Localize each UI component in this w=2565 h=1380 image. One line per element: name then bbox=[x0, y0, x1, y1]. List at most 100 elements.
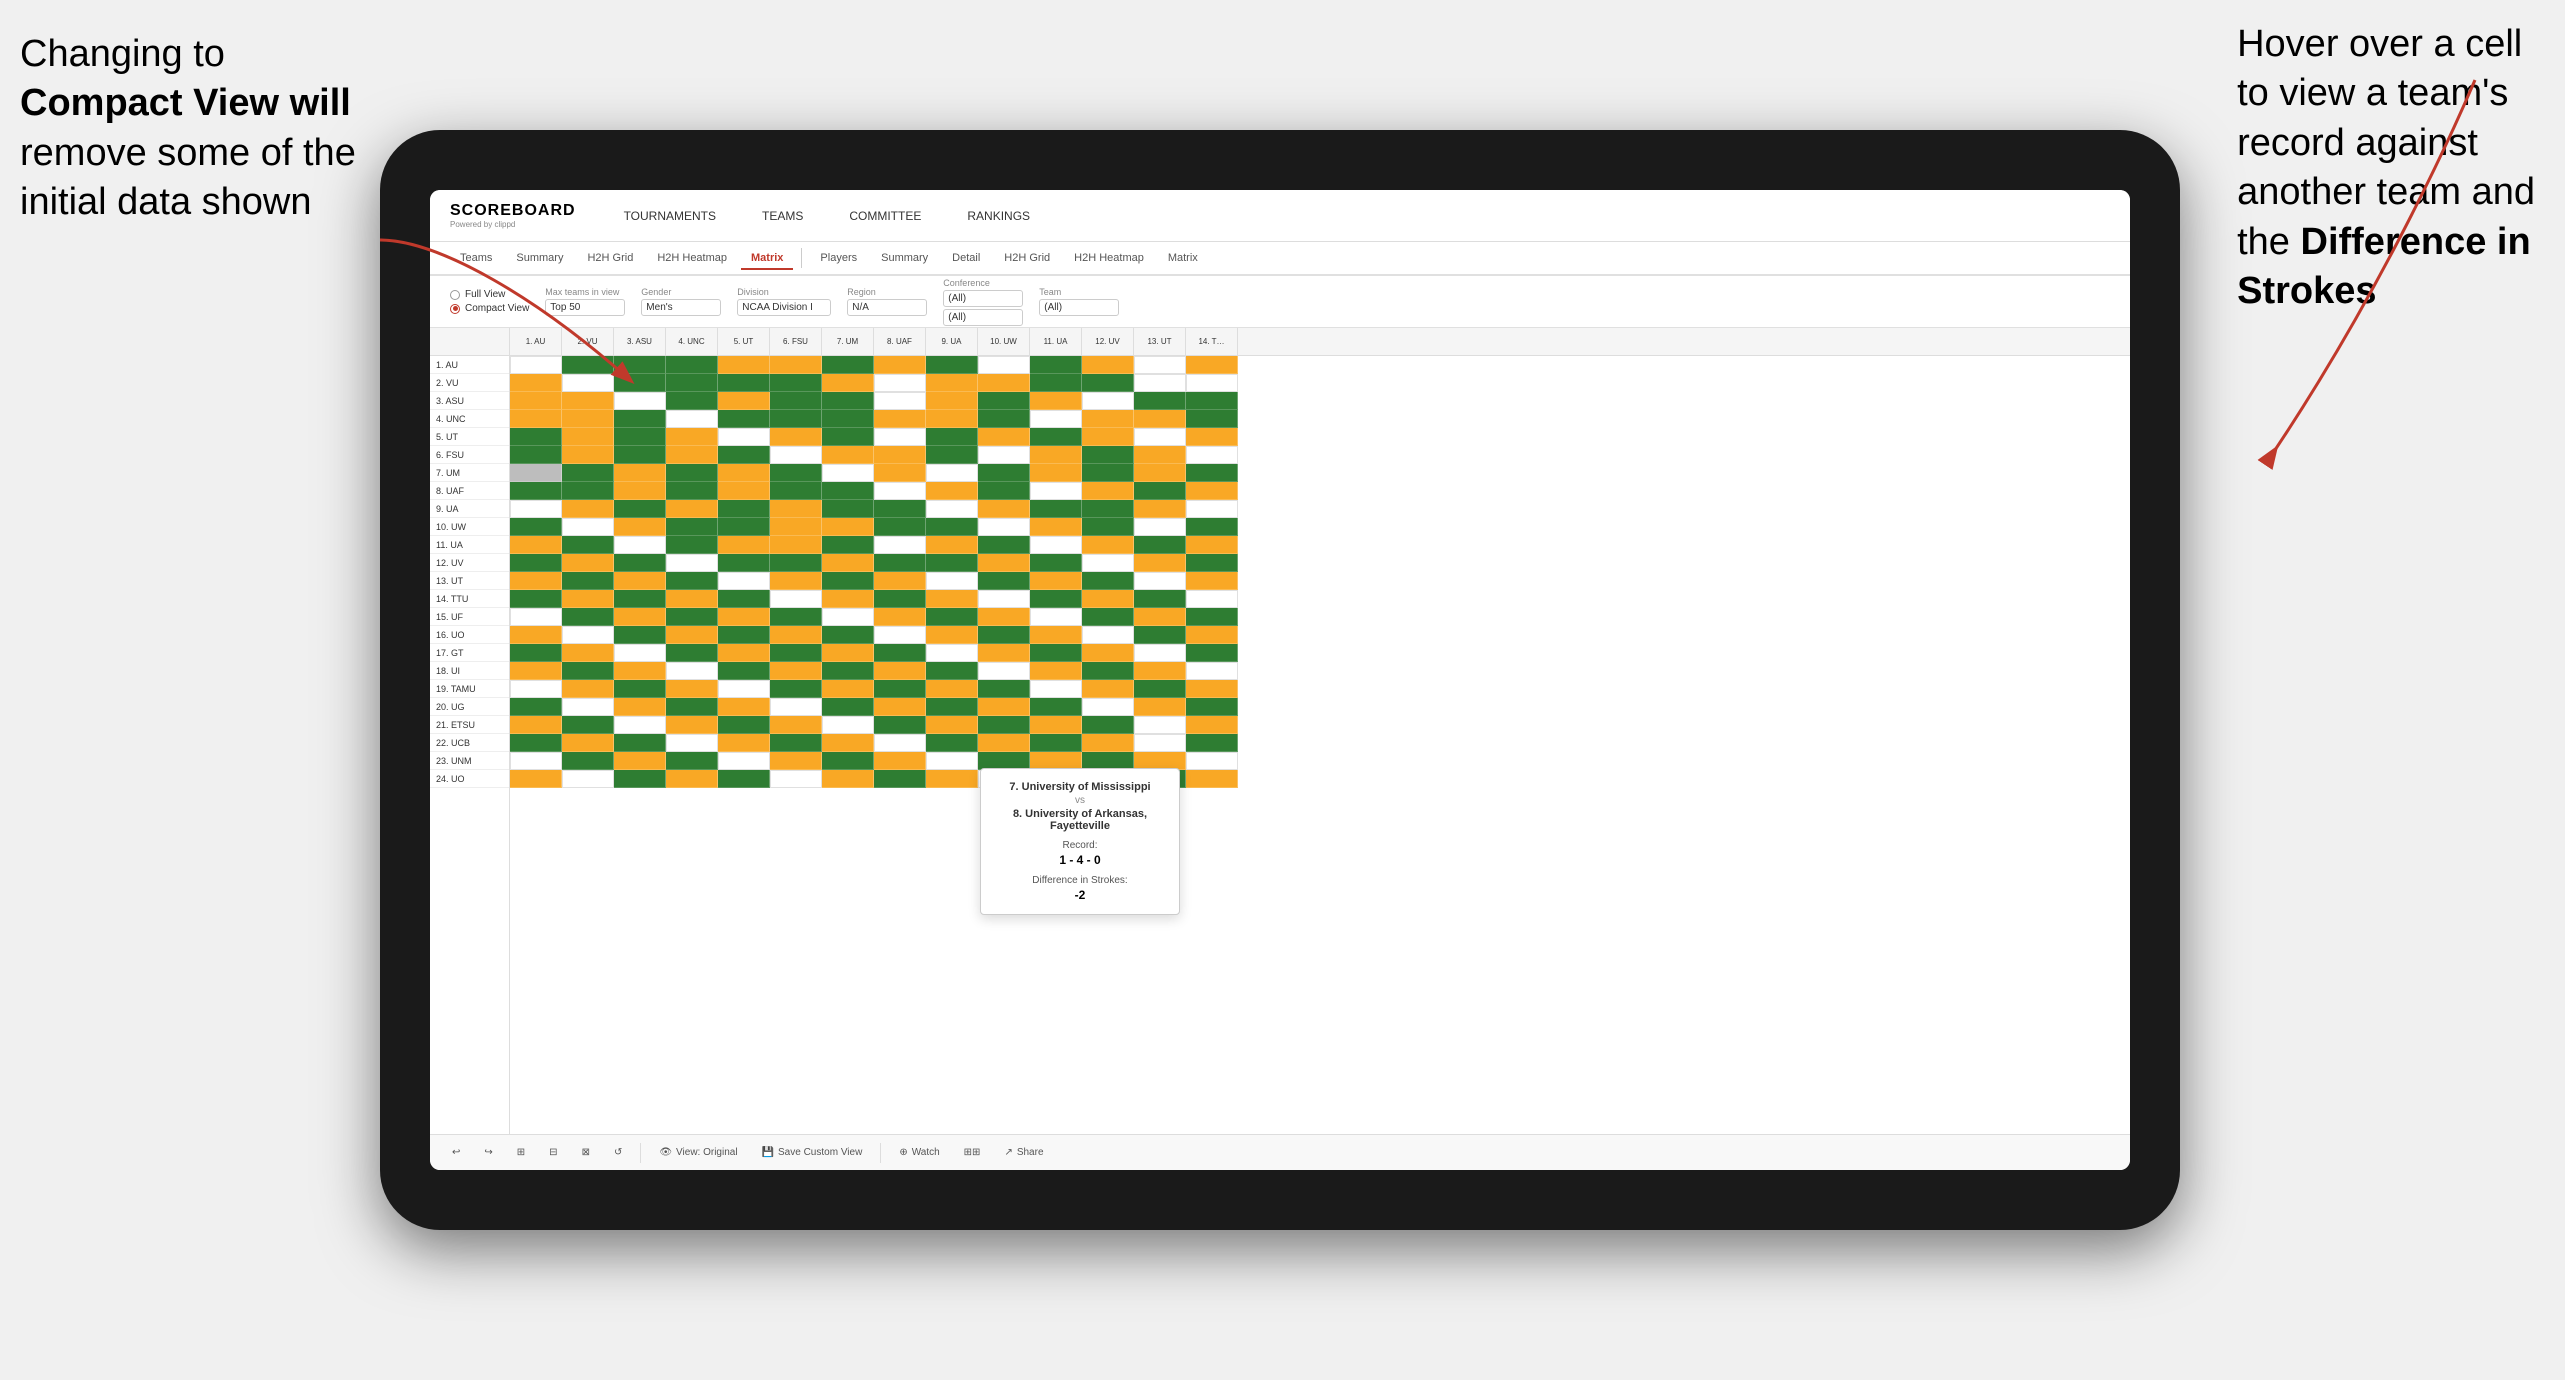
grid-cell[interactable] bbox=[1186, 536, 1238, 554]
grid-cell[interactable] bbox=[1186, 752, 1238, 770]
grid-cell[interactable] bbox=[510, 770, 562, 788]
grid-cell[interactable] bbox=[614, 518, 666, 536]
grid-cell[interactable] bbox=[1082, 716, 1134, 734]
grid-cell[interactable] bbox=[718, 356, 770, 374]
grid-cell[interactable] bbox=[666, 428, 718, 446]
grid-cell[interactable] bbox=[770, 572, 822, 590]
grid-cell[interactable] bbox=[874, 464, 926, 482]
grid-cell[interactable] bbox=[1082, 410, 1134, 428]
grid-cell[interactable] bbox=[510, 500, 562, 518]
grid-cell[interactable] bbox=[1134, 428, 1186, 446]
grid-cell[interactable] bbox=[510, 482, 562, 500]
grid-cell[interactable] bbox=[666, 392, 718, 410]
grid-cell[interactable] bbox=[718, 554, 770, 572]
grid-cell[interactable] bbox=[1030, 662, 1082, 680]
grid-cell[interactable] bbox=[822, 536, 874, 554]
grid-cell[interactable] bbox=[1134, 680, 1186, 698]
subnav-matrix2[interactable]: Matrix bbox=[1158, 248, 1208, 270]
grid-cell[interactable] bbox=[926, 464, 978, 482]
grid-cell[interactable] bbox=[614, 590, 666, 608]
grid-cell[interactable] bbox=[1134, 392, 1186, 410]
grid-cell[interactable] bbox=[1082, 392, 1134, 410]
grid-cell[interactable] bbox=[1186, 356, 1238, 374]
grid-cell[interactable] bbox=[666, 446, 718, 464]
grid-cell[interactable] bbox=[770, 698, 822, 716]
grid-cell[interactable] bbox=[874, 644, 926, 662]
grid-cell[interactable] bbox=[978, 572, 1030, 590]
grid-cell[interactable] bbox=[718, 716, 770, 734]
toolbar-btn-6[interactable]: ↺ bbox=[608, 1144, 628, 1161]
grid-cell[interactable] bbox=[666, 482, 718, 500]
grid-cell[interactable] bbox=[1186, 500, 1238, 518]
grid-cell[interactable] bbox=[1030, 536, 1082, 554]
grid-cell[interactable] bbox=[1186, 734, 1238, 752]
division-select[interactable]: NCAA Division I bbox=[737, 299, 831, 316]
grid-cell[interactable] bbox=[510, 464, 562, 482]
grid-cell[interactable] bbox=[926, 374, 978, 392]
subnav-teams[interactable]: Teams bbox=[450, 248, 502, 270]
grid-cell[interactable] bbox=[926, 500, 978, 518]
grid-cell[interactable] bbox=[1186, 572, 1238, 590]
grid-cell[interactable] bbox=[978, 626, 1030, 644]
grid-cell[interactable] bbox=[1134, 410, 1186, 428]
grid-cell[interactable] bbox=[1030, 716, 1082, 734]
grid-cell[interactable] bbox=[822, 608, 874, 626]
grid-cell[interactable] bbox=[1030, 464, 1082, 482]
grid-cell[interactable] bbox=[1082, 626, 1134, 644]
grid-cell[interactable] bbox=[874, 410, 926, 428]
grid-cell[interactable] bbox=[510, 392, 562, 410]
grid-cell[interactable] bbox=[666, 374, 718, 392]
grid-cell[interactable] bbox=[770, 446, 822, 464]
grid-cell[interactable] bbox=[874, 680, 926, 698]
grid-cell[interactable] bbox=[1134, 554, 1186, 572]
grid-cell[interactable] bbox=[874, 590, 926, 608]
grid-cell[interactable] bbox=[562, 752, 614, 770]
grid-cell[interactable] bbox=[1030, 356, 1082, 374]
redo-button[interactable]: ↪ bbox=[478, 1144, 498, 1161]
nav-rankings[interactable]: RANKINGS bbox=[959, 205, 1038, 227]
grid-cell[interactable] bbox=[1030, 446, 1082, 464]
grid-cell[interactable] bbox=[1186, 464, 1238, 482]
grid-cell[interactable] bbox=[614, 554, 666, 572]
conference-select1[interactable]: (All) bbox=[943, 290, 1023, 307]
grid-cell[interactable] bbox=[562, 680, 614, 698]
grid-cell[interactable] bbox=[718, 626, 770, 644]
grid-cell[interactable] bbox=[1030, 554, 1082, 572]
grid-cell[interactable] bbox=[562, 482, 614, 500]
grid-cell[interactable] bbox=[978, 464, 1030, 482]
grid-cell[interactable] bbox=[926, 626, 978, 644]
grid-cell[interactable] bbox=[978, 536, 1030, 554]
grid-cell[interactable] bbox=[718, 518, 770, 536]
grid-cell[interactable] bbox=[666, 500, 718, 518]
grid-cell[interactable] bbox=[1134, 536, 1186, 554]
grid-cell[interactable] bbox=[1186, 662, 1238, 680]
share-button[interactable]: ↗ Share bbox=[998, 1144, 1049, 1161]
grid-cell[interactable] bbox=[718, 608, 770, 626]
grid-cell[interactable] bbox=[718, 464, 770, 482]
grid-cell[interactable] bbox=[978, 518, 1030, 536]
grid-cell[interactable] bbox=[770, 500, 822, 518]
compact-view-radio[interactable] bbox=[450, 304, 460, 314]
grid-cell[interactable] bbox=[614, 500, 666, 518]
grid-cell[interactable] bbox=[562, 572, 614, 590]
grid-cell[interactable] bbox=[510, 716, 562, 734]
grid-cell[interactable] bbox=[874, 752, 926, 770]
grid-cell[interactable] bbox=[718, 590, 770, 608]
grid-cell[interactable] bbox=[926, 518, 978, 536]
grid-cell[interactable] bbox=[666, 644, 718, 662]
grid-cell[interactable] bbox=[614, 770, 666, 788]
grid-cell[interactable] bbox=[1030, 500, 1082, 518]
grid-cell[interactable] bbox=[978, 680, 1030, 698]
grid-cell[interactable] bbox=[510, 698, 562, 716]
grid-cell[interactable] bbox=[874, 662, 926, 680]
grid-cell[interactable] bbox=[510, 608, 562, 626]
grid-cell[interactable] bbox=[1186, 410, 1238, 428]
toolbar-btn-3[interactable]: ⊞ bbox=[511, 1144, 531, 1161]
grid-cell[interactable] bbox=[1134, 626, 1186, 644]
grid-cell[interactable] bbox=[1082, 698, 1134, 716]
grid-cell[interactable] bbox=[1134, 374, 1186, 392]
grid-cell[interactable] bbox=[1030, 734, 1082, 752]
undo-button[interactable]: ↩ bbox=[446, 1144, 466, 1161]
grid-cell[interactable] bbox=[770, 626, 822, 644]
save-custom-button[interactable]: 💾 Save Custom View bbox=[756, 1144, 869, 1161]
